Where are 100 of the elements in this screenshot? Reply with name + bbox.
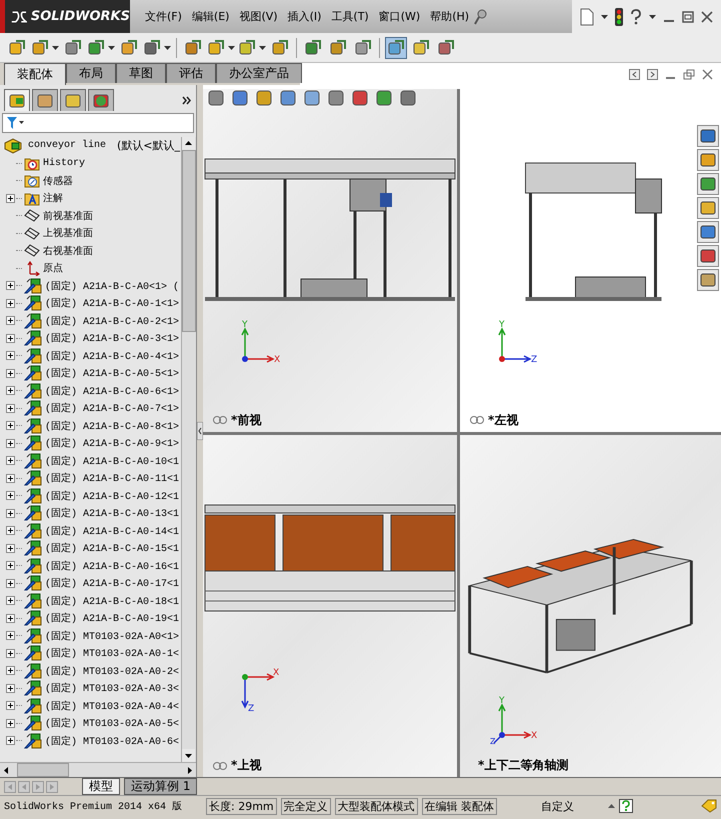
expand-icon[interactable] xyxy=(6,526,14,536)
panel-tab[interactable] xyxy=(4,89,30,111)
view-toolbar-icon[interactable] xyxy=(399,89,417,107)
command-tab[interactable]: 草图 xyxy=(116,63,166,83)
tree-item[interactable]: (固定) A21A-B-C-A0-12<1 xyxy=(42,488,180,503)
tree-item[interactable]: (固定) MT0103-02A-A0-5< xyxy=(42,716,180,730)
tree-item[interactable]: (固定) A21A-B-C-A0-15<1 xyxy=(42,541,180,556)
view-toolbar-icon[interactable] xyxy=(303,89,321,107)
dropdown-caret-icon[interactable] xyxy=(228,46,235,50)
expand-icon[interactable] xyxy=(6,508,14,518)
caret-icon[interactable] xyxy=(608,804,616,808)
tree-item[interactable]: 上视基准面 xyxy=(40,226,93,240)
link-icon[interactable] xyxy=(470,416,484,424)
tree-item[interactable]: (固定) A21A-B-C-A0-14<1 xyxy=(42,524,180,538)
expand-icon[interactable] xyxy=(6,648,14,658)
menu-item[interactable]: 帮助(H) xyxy=(425,9,474,24)
expand-icon[interactable] xyxy=(6,386,14,396)
expand-icon[interactable] xyxy=(6,298,14,308)
tree-item[interactable]: (固定) MT0103-02A-A0-6< xyxy=(42,734,180,748)
command-tab[interactable]: 评估 xyxy=(166,63,216,83)
close-icon[interactable] xyxy=(702,68,713,80)
restore-icon[interactable] xyxy=(683,68,695,80)
tree-item[interactable]: (固定) A21A-B-C-A0-1<1> xyxy=(42,296,180,310)
tree-item[interactable]: (固定) A21A-B-C-A0-16<1 xyxy=(42,558,180,573)
dropdown-caret-icon[interactable] xyxy=(259,46,266,50)
expand-icon[interactable] xyxy=(6,578,14,588)
expand-icon[interactable] xyxy=(6,334,14,343)
pin-icon[interactable] xyxy=(474,8,488,24)
scroll-down-icon[interactable] xyxy=(182,749,195,762)
tree-item[interactable]: (固定) A21A-B-C-A0-17<1 xyxy=(42,576,180,590)
expand-icon[interactable] xyxy=(6,438,14,448)
menu-item[interactable]: 文件(F) xyxy=(140,9,187,24)
toolbar-button[interactable] xyxy=(385,36,407,58)
dropdown-caret-icon[interactable] xyxy=(649,14,656,18)
new-document-icon[interactable] xyxy=(580,8,594,26)
view-toolbar-icon[interactable] xyxy=(279,89,297,107)
task-pane-tab-icon[interactable] xyxy=(697,269,719,291)
expand-icon[interactable] xyxy=(6,491,14,500)
expand-icon[interactable] xyxy=(6,544,14,553)
previous-view-icon[interactable] xyxy=(629,68,640,80)
scroll-up-icon[interactable] xyxy=(182,137,195,150)
tree-item[interactable]: (固定) A21A-B-C-A0-8<1> xyxy=(42,418,180,433)
view-toolbar-icon[interactable] xyxy=(207,89,225,107)
view-toolbar-icon[interactable] xyxy=(231,89,249,107)
expand-icon[interactable] xyxy=(6,474,14,483)
expand-icon[interactable] xyxy=(6,614,14,623)
tree-item[interactable]: 右视基准面 xyxy=(40,244,93,258)
expand-icon[interactable] xyxy=(6,194,14,203)
expand-icon[interactable] xyxy=(6,368,14,378)
help-icon[interactable] xyxy=(630,8,642,24)
menu-item[interactable]: 插入(I) xyxy=(282,9,326,24)
tree-item[interactable]: (固定) MT0103-02A-A0-4< xyxy=(42,698,180,713)
tree-item[interactable]: (固定) MT0103-02A-A0-3< xyxy=(42,681,180,696)
expand-icon[interactable] xyxy=(6,718,14,728)
traffic-light-icon[interactable] xyxy=(615,8,623,26)
tree-item[interactable]: History xyxy=(40,158,86,169)
app-logo[interactable]: SOLIDWORKS xyxy=(0,0,130,33)
expand-icon[interactable] xyxy=(6,701,14,710)
expand-icon[interactable] xyxy=(6,351,14,360)
tree-item[interactable]: (固定) A21A-B-C-A0-18<1 xyxy=(42,594,180,608)
expand-icon[interactable] xyxy=(6,684,14,693)
expand-icon[interactable] xyxy=(6,596,14,606)
tree-item[interactable]: 传感器 xyxy=(40,174,73,188)
menu-item[interactable]: 工具(T) xyxy=(326,9,374,24)
bottom-tab[interactable]: 模型 xyxy=(82,778,120,795)
tree-item[interactable]: (固定) A21A-B-C-A0-11<1 xyxy=(42,471,180,486)
help-icon[interactable] xyxy=(619,799,634,813)
view-toolbar-icon[interactable] xyxy=(351,89,369,107)
command-tab[interactable]: 布局 xyxy=(66,63,116,83)
tree-item[interactable]: (固定) A21A-B-C-A0-2<1> xyxy=(42,314,180,328)
tree-item[interactable]: (固定) A21A-B-C-A0-19<1 xyxy=(42,611,180,626)
collapse-panel-icon[interactable] xyxy=(197,422,203,440)
expand-icon[interactable] xyxy=(6,631,14,640)
menu-item[interactable]: 视图(V) xyxy=(234,9,283,24)
dropdown-caret-icon[interactable] xyxy=(52,46,59,50)
panel-tab[interactable] xyxy=(32,89,58,111)
tree-root-label[interactable]: conveyor line xyxy=(25,140,106,152)
close-icon[interactable] xyxy=(701,10,713,22)
panel-tab[interactable] xyxy=(60,89,86,111)
next-view-icon[interactable] xyxy=(647,68,658,80)
tree-item[interactable]: (固定) A21A-B-C-A0-3<1> xyxy=(42,331,180,346)
horizontal-scrollbar[interactable] xyxy=(0,762,196,777)
bottom-tab[interactable]: 运动算例 1 xyxy=(124,778,198,795)
tree-item[interactable]: (固定) A21A-B-C-A0-13<1 xyxy=(42,506,180,520)
tree-item[interactable]: (固定) A21A-B-C-A0-4<1> xyxy=(42,348,180,363)
filter-field[interactable] xyxy=(2,113,194,133)
view-toolbar-icon[interactable] xyxy=(375,89,393,107)
task-pane-tab-icon[interactable] xyxy=(697,173,719,195)
tree-item[interactable]: (固定) MT0103-02A-A0-1< xyxy=(42,646,180,660)
tree-item[interactable]: (固定) A21A-B-C-A0-6<1> xyxy=(42,384,180,398)
restore-icon[interactable] xyxy=(682,10,694,22)
tree-item[interactable]: 前视基准面 xyxy=(40,208,93,223)
task-pane-tab-icon[interactable] xyxy=(697,149,719,171)
dropdown-caret-icon[interactable] xyxy=(164,46,171,50)
expand-icon[interactable] xyxy=(6,421,14,430)
tag-icon[interactable] xyxy=(701,799,717,813)
tree-item[interactable]: (固定) A21A-B-C-A0-9<1> xyxy=(42,436,180,450)
tree-item[interactable]: (固定) A21A-B-C-A0-7<1> xyxy=(42,401,180,416)
link-icon[interactable] xyxy=(213,762,227,770)
dropdown-caret-icon[interactable] xyxy=(108,46,115,50)
